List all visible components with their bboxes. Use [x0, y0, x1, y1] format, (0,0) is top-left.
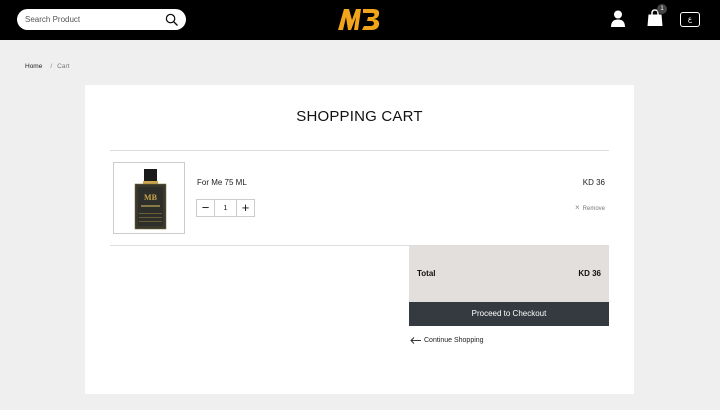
divider [110, 150, 609, 151]
close-icon: × [574, 203, 580, 212]
proceed-to-checkout-button[interactable]: Proceed to Checkout [409, 302, 609, 326]
product-price: KD 36 [582, 178, 605, 187]
total-amount: KD 36 [578, 269, 601, 278]
breadcrumb-separator: / [50, 63, 53, 70]
quantity-stepper: − 1 + [196, 199, 255, 217]
total-label: Total [417, 269, 436, 278]
user-icon[interactable] [610, 10, 626, 27]
quantity-value[interactable]: 1 [215, 200, 236, 216]
order-summary: Total KD 36 [409, 246, 609, 302]
decrease-quantity-button[interactable]: − [197, 200, 215, 216]
continue-shopping-link[interactable]: Continue Shopping [410, 337, 484, 344]
arrow-left-icon [410, 337, 421, 344]
product-name[interactable]: For Me 75 ML [197, 178, 247, 187]
svg-text:MB: MB [144, 193, 158, 202]
product-image[interactable]: MB [113, 162, 185, 234]
language-toggle-button[interactable]: ع [680, 12, 700, 27]
remove-label: Remove [582, 206, 605, 212]
brand-logo[interactable] [336, 6, 382, 32]
cart-panel: SHOPPING CART MB For Me 75 ML KD 36 − 1 … [85, 85, 634, 394]
search-input[interactable] [25, 12, 160, 27]
remove-item-button[interactable]: × Remove [575, 203, 605, 212]
increase-quantity-button[interactable]: + [236, 200, 254, 216]
breadcrumb: Home / Cart [25, 63, 69, 70]
cart-count-badge: 1 [657, 4, 667, 14]
breadcrumb-current: Cart [57, 63, 70, 70]
top-bar: 1 ع [0, 0, 720, 40]
breadcrumb-home-link[interactable]: Home [25, 63, 42, 70]
perfume-bottle-image: MB [134, 169, 167, 230]
search-box[interactable] [17, 9, 186, 30]
page-title: SHOPPING CART [296, 108, 423, 125]
continue-shopping-label: Continue Shopping [424, 337, 484, 344]
search-icon[interactable] [165, 13, 178, 26]
